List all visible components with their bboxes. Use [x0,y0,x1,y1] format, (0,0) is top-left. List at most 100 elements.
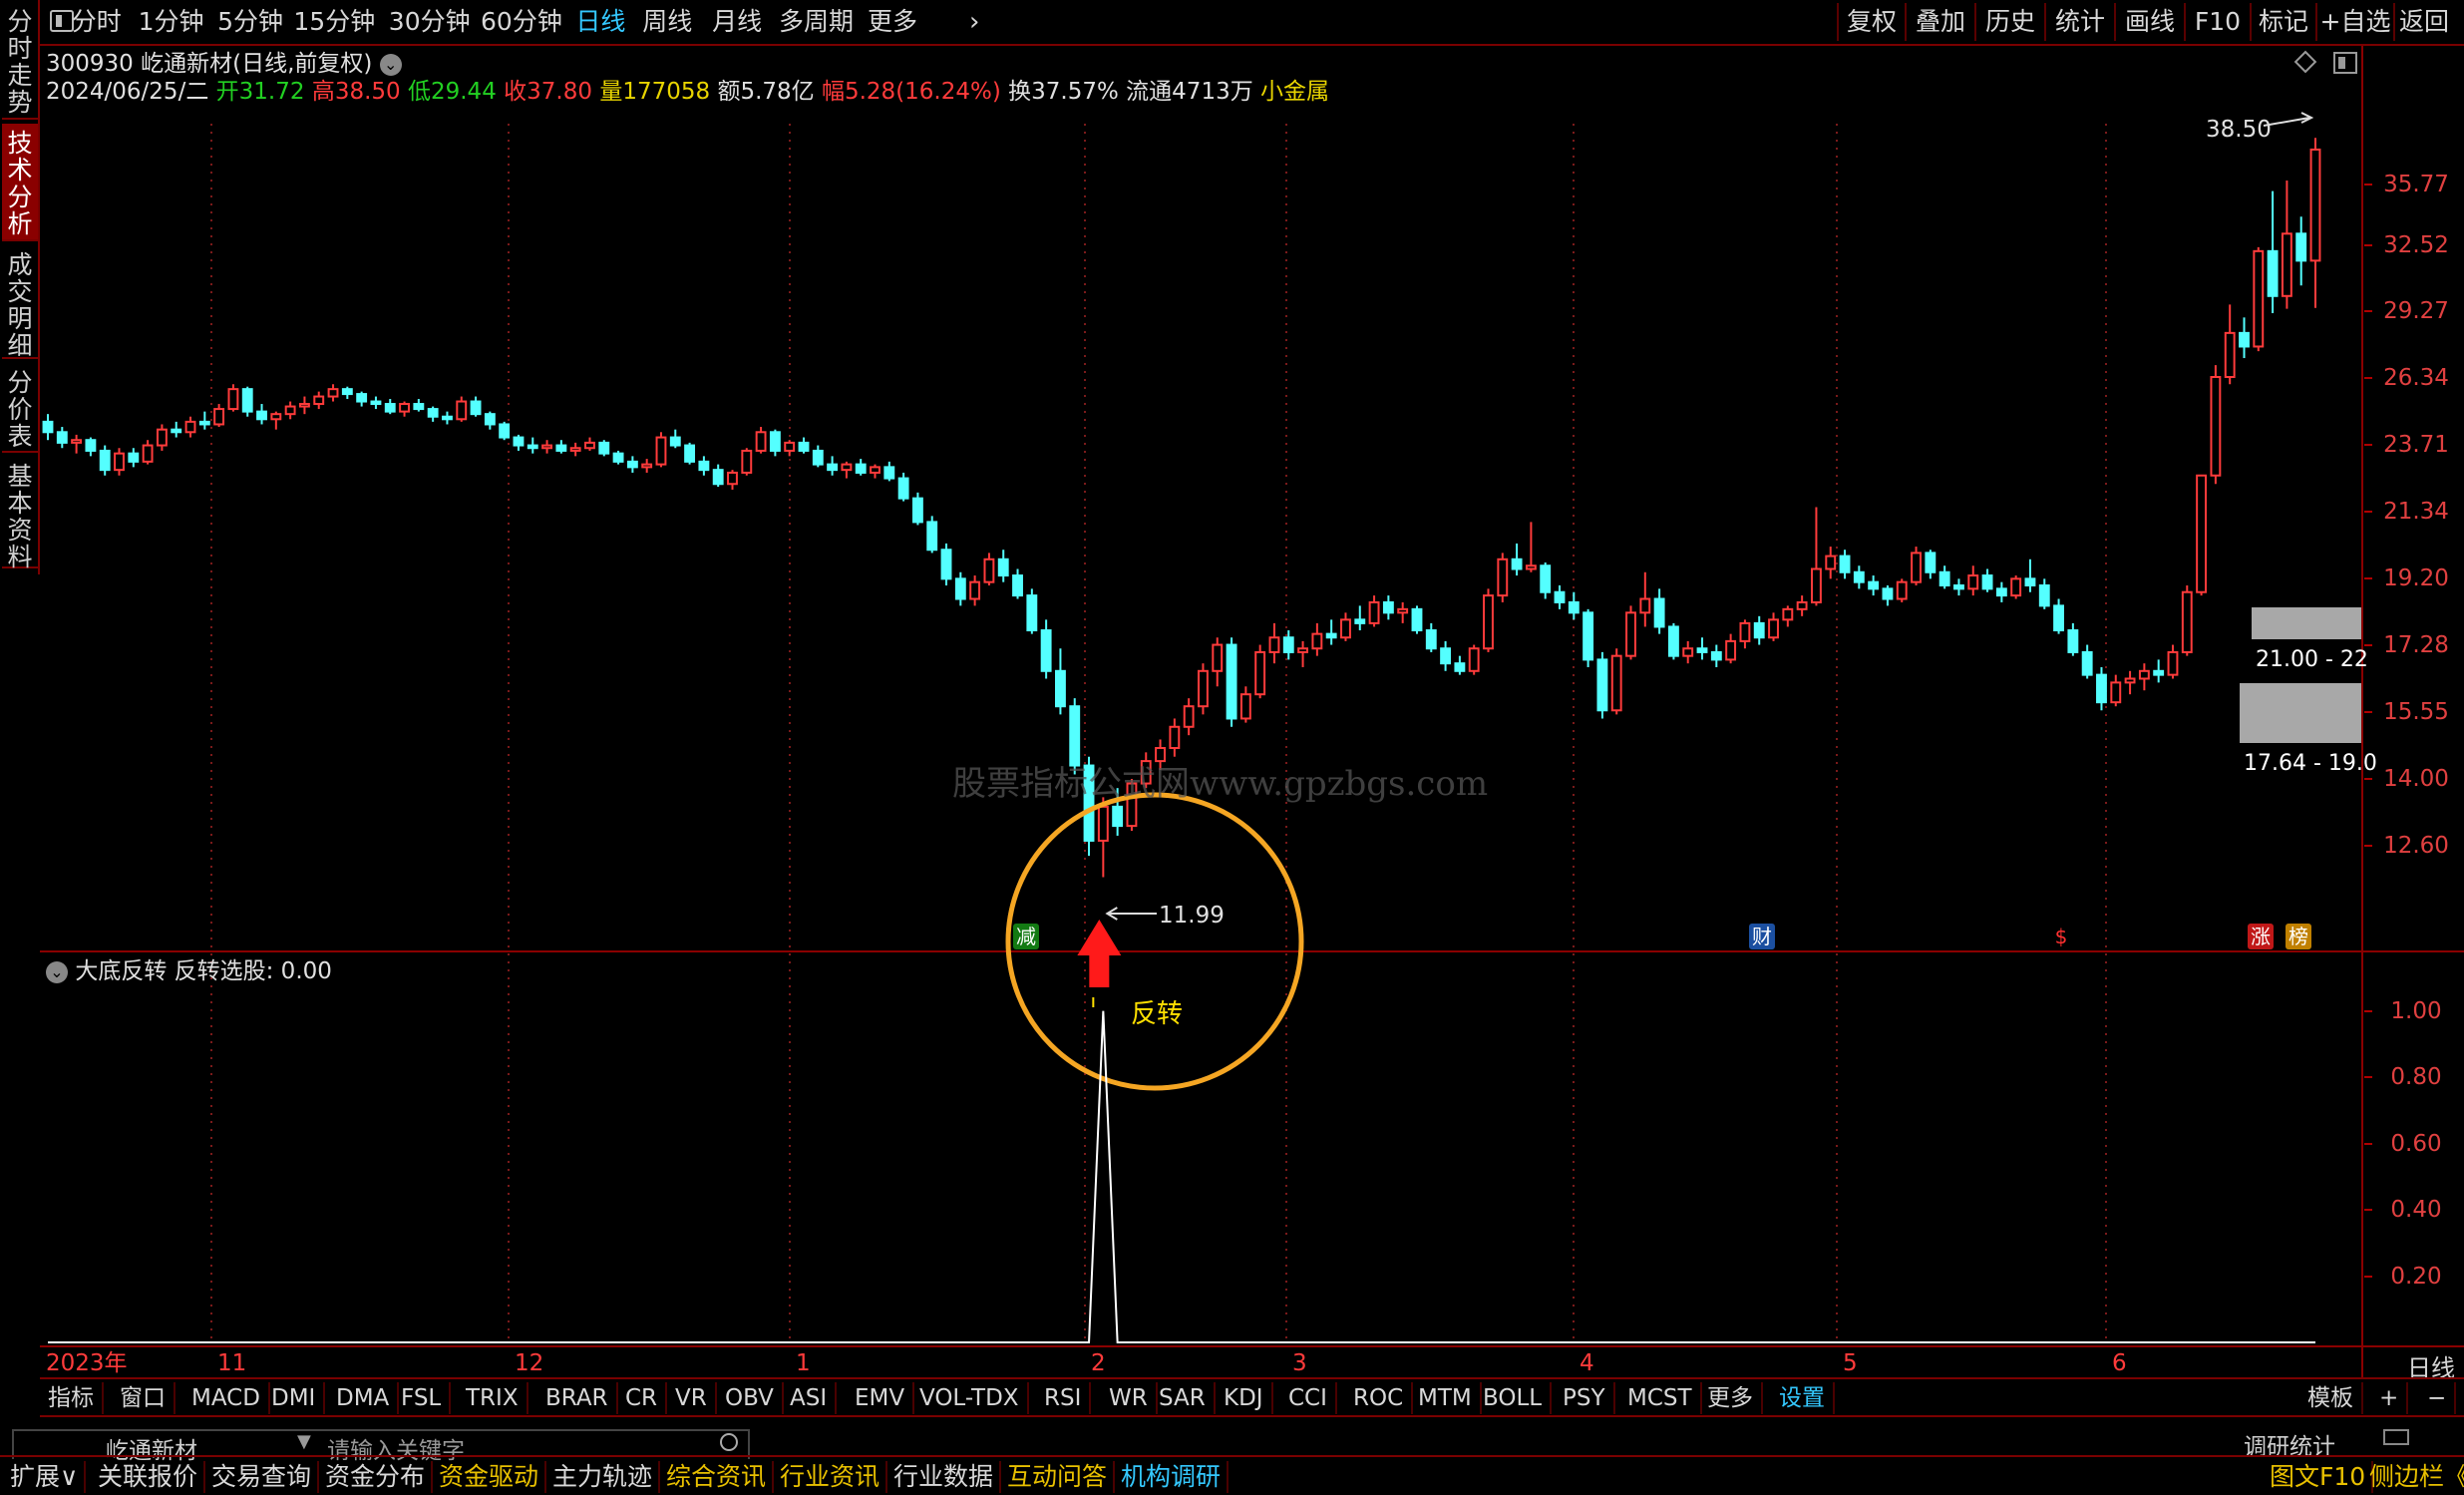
indicator-tab-21[interactable]: BOLL [1475,1382,1553,1414]
price-tick-0: 35.77 [2364,173,2459,196]
indicator-tab-14[interactable]: RSI [1036,1382,1092,1414]
candle-body-95 [1397,607,1409,614]
candle-body-137 [1995,587,2007,597]
candle-body-75 [1112,805,1124,828]
event-tag-4[interactable]: 榜 [2286,924,2311,949]
candlestick-chart[interactable] [0,0,2464,1495]
signal-label: 反转 [1131,999,1184,1029]
indicator-tab-19[interactable]: ROC [1345,1382,1414,1414]
candle-body-79 [1169,725,1181,750]
candle-body-149 [2167,650,2179,676]
status-tab-7[interactable]: 行业资讯 [774,1461,888,1493]
indicator-tab-24[interactable]: 更多 [1699,1382,1763,1414]
status-tab-9[interactable]: 互动问答 [1001,1461,1116,1493]
zoom-out-button[interactable]: − [2419,1382,2457,1414]
candle-body-120 [1753,621,1765,639]
candle-body-102 [1497,558,1509,597]
f10-graphic-button[interactable]: 图文F10 [2264,1461,2374,1493]
candle-body-132 [1925,552,1936,573]
indicator-tab-8[interactable]: CR [617,1382,668,1414]
candle-body-20 [327,388,339,398]
indicator-tab-9[interactable]: VR [667,1382,717,1414]
event-tag-2[interactable]: $ [2048,924,2074,949]
status-tab-8[interactable]: 行业数据 [887,1461,1002,1493]
indicator-tab-22[interactable]: PSY [1555,1382,1615,1414]
candle-body-99 [1454,662,1466,672]
indicator-tab-13[interactable]: VOL-TDX [911,1382,1029,1414]
status-tab-4[interactable]: 资金驱动 [433,1461,547,1493]
indicator-name[interactable]: 大底反转 [75,958,167,984]
zone-lower-box [2240,683,2361,743]
candle-body-135 [1967,574,1979,590]
candle-body-74 [1097,805,1109,842]
status-tab-2[interactable]: 交易查询 [205,1461,320,1493]
event-tag-3[interactable]: 涨 [2248,924,2274,949]
indicator-chevron-icon[interactable]: ⌄ [46,960,68,983]
date-tick-2: 12 [515,1350,544,1376]
candle-body-61 [911,497,923,524]
price-tick-8: 15.55 [2364,700,2459,724]
event-tag-1[interactable]: 财 [1749,924,1775,949]
candle-body-66 [983,558,995,583]
status-tab-6[interactable]: 综合资讯 [660,1461,775,1493]
candle-body-28 [442,415,453,421]
candle-body-51 [769,431,781,452]
dropdown-triangle-icon[interactable]: ▼ [297,1431,311,1452]
candle-body-69 [1026,594,1038,632]
grid-icon[interactable] [2383,1429,2409,1445]
template-button[interactable]: 模板 [2299,1382,2363,1414]
indicator-tab-3[interactable]: DMI [263,1382,326,1414]
candle-body-47 [712,469,724,486]
indicator-tab-6[interactable]: TRIX [458,1382,528,1414]
indicator-tab-18[interactable]: CCI [1280,1382,1337,1414]
candle-body-4 [99,449,111,472]
indicator-tab-2[interactable]: MACD [183,1382,270,1414]
candle-body-70 [1040,629,1052,672]
candle-body-29 [456,400,468,421]
zone-lower-label: 17.64 - 19.0 [2244,751,2377,776]
candle-body-134 [1953,583,1964,590]
candle-body-60 [897,477,909,500]
candle-body-31 [484,413,496,426]
event-tag-0[interactable]: 减 [1013,924,1039,949]
candle-body-136 [1981,574,1993,590]
candle-body-1 [56,431,68,444]
indicator-tab-25[interactable]: 设置 [1771,1382,1835,1414]
search-icon[interactable] [720,1433,738,1451]
candle-body-85 [1254,650,1266,696]
candle-body-63 [940,549,952,580]
candle-body-71 [1055,669,1066,708]
candle-body-88 [1297,647,1308,653]
indicator-tab-5[interactable]: FSL [393,1382,452,1414]
status-tab-0[interactable]: 扩展∨ [4,1461,87,1493]
indicator-tab-17[interactable]: KDJ [1216,1382,1273,1414]
candle-body-114 [1667,625,1679,657]
indicator-tab-1[interactable]: 窗口 [112,1382,176,1414]
candle-body-37 [569,447,581,452]
candle-body-43 [655,436,667,466]
candle-body-101 [1483,594,1494,650]
sidebar-toggle[interactable]: 侧边栏《 [2363,1461,2464,1493]
status-tab-1[interactable]: 关联报价 [92,1461,206,1493]
indicator-tab-16[interactable]: SAR [1151,1382,1216,1414]
search-row: 屹通新材 ▼ 请输入关键字 调研统计 [0,1419,2464,1464]
indicator-tab-11[interactable]: ASI [782,1382,838,1414]
indicator-tab-12[interactable]: EMV [847,1382,915,1414]
status-tab-10[interactable]: 机构调研 [1115,1461,1230,1493]
indicator-tab-4[interactable]: DMA [328,1382,400,1414]
indicator-tab-23[interactable]: MCST [1619,1382,1702,1414]
candle-body-59 [883,466,895,480]
candle-body-144 [2096,673,2107,704]
candle-body-121 [1768,618,1779,639]
zoom-in-button[interactable]: + [2371,1382,2409,1414]
status-tab-3[interactable]: 资金分布 [319,1461,434,1493]
watermark: 股票指标公式网www.gpzbgs.com [952,764,1489,804]
indicator-tab-7[interactable]: BRAR [537,1382,618,1414]
indicator-tab-15[interactable]: WR [1101,1382,1158,1414]
indicator-tab-20[interactable]: MTM [1410,1382,1482,1414]
indicator-tab-10[interactable]: OBV [717,1382,784,1414]
status-tab-5[interactable]: 主力轨迹 [546,1461,661,1493]
indicator-tab-0[interactable]: 指标 [40,1382,104,1414]
candle-body-141 [2053,604,2064,632]
price-tick-5: 21.34 [2364,500,2459,524]
